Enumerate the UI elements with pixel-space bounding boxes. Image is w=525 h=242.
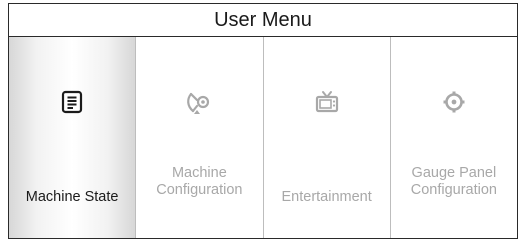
tv-icon: [315, 91, 338, 113]
menu-title: User Menu: [9, 4, 517, 37]
satellite-dish-icon: [187, 92, 210, 114]
tile-label: Entertainment: [281, 189, 372, 205]
tile-machine-configuration[interactable]: Machine Configuration: [135, 37, 262, 238]
menu-tiles: Machine State Machine Configuration Ente…: [9, 37, 517, 238]
tile-entertainment[interactable]: Entertainment: [262, 37, 390, 238]
tile-machine-state[interactable]: Machine State: [9, 37, 136, 238]
tile-label: Gauge Panel Configuration: [410, 165, 497, 198]
tile-label: Machine Configuration: [156, 165, 243, 198]
gear-icon: [443, 91, 465, 113]
tile-label: Machine State: [25, 189, 119, 205]
tile-gauge-panel-configuration[interactable]: Gauge Panel Configuration: [389, 37, 517, 238]
user-menu-panel: User Menu Machine State Machine Configur…: [8, 3, 518, 239]
document-list-icon: [62, 90, 83, 114]
